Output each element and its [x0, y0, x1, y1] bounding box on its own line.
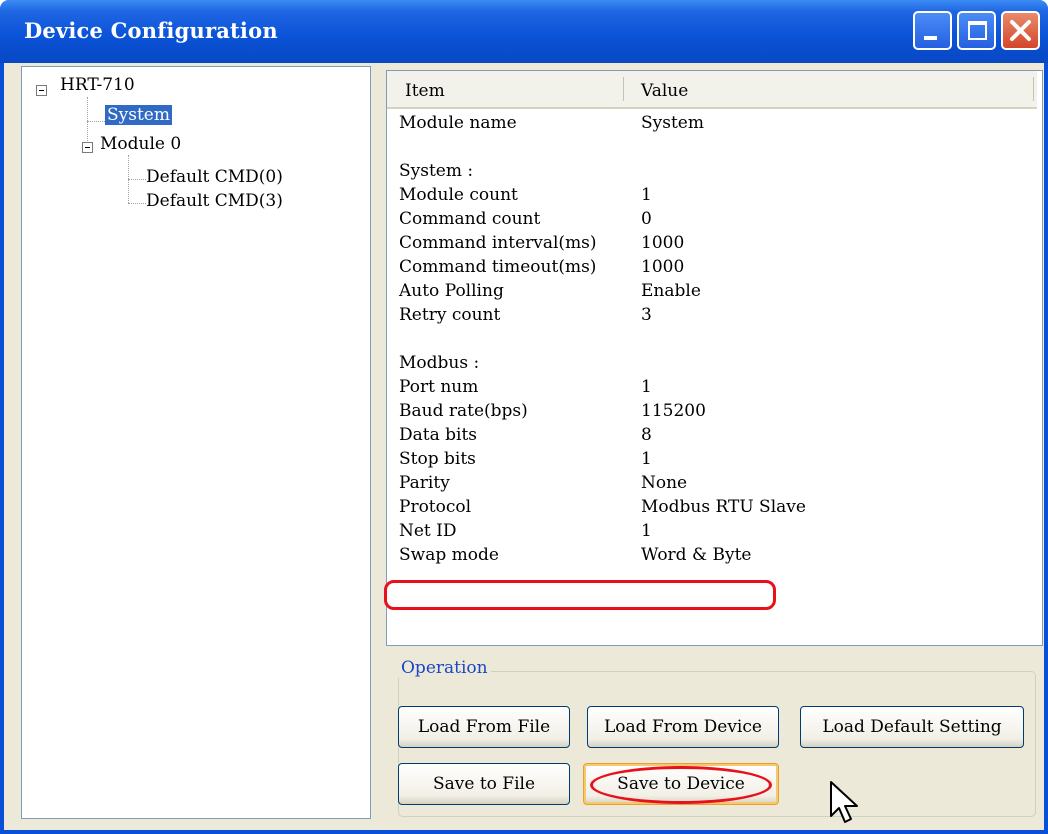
column-header-item[interactable]: Item — [405, 81, 445, 101]
row-item: Parity — [399, 473, 450, 493]
collapse-icon[interactable] — [36, 85, 47, 96]
window-title: Device Configuration — [24, 18, 278, 43]
row-item: Module name — [399, 113, 517, 133]
device-tree[interactable]: HRT-710 System Module 0 Default CMD(0) D… — [21, 66, 371, 819]
save-to-device-button[interactable]: Save to Device — [583, 763, 779, 805]
tree-line — [87, 97, 88, 121]
list-row[interactable] — [387, 135, 1027, 159]
list-row[interactable]: Auto Polling Enable — [387, 279, 1027, 303]
list-row[interactable]: Swap mode Word & Byte — [387, 543, 1027, 567]
list-row[interactable]: Net ID 1 — [387, 519, 1027, 543]
row-item: Data bits — [399, 425, 478, 445]
row-value: Word & Byte — [641, 545, 752, 565]
row-value: 3 — [641, 305, 652, 325]
row-value: 0 — [641, 209, 652, 229]
list-row[interactable]: Parity None — [387, 471, 1027, 495]
mouse-pointer-icon — [830, 781, 858, 823]
row-item: Stop bits — [399, 449, 476, 469]
row-value: 1000 — [641, 257, 685, 277]
list-header: Item Value — [387, 71, 1037, 109]
close-icon — [1010, 20, 1031, 41]
column-divider[interactable] — [623, 77, 624, 101]
list-row[interactable]: Module count 1 — [387, 183, 1027, 207]
row-value: Enable — [641, 281, 701, 301]
list-row[interactable]: System : — [387, 159, 1027, 183]
load-from-device-button[interactable]: Load From Device — [587, 706, 779, 748]
minimize-button[interactable] — [913, 11, 952, 50]
row-item: Command interval(ms) — [399, 233, 597, 253]
list-row[interactable]: Retry count 3 — [387, 303, 1027, 327]
operation-group-label: Operation — [398, 658, 491, 678]
row-item: Baud rate(bps) — [399, 401, 528, 421]
list-row[interactable]: Module name System — [387, 111, 1027, 135]
row-item: Modbus : — [399, 353, 480, 373]
row-value: 1000 — [641, 233, 685, 253]
row-item: Command timeout(ms) — [399, 257, 597, 277]
list-row[interactable] — [387, 327, 1027, 351]
list-row[interactable]: Data bits 8 — [387, 423, 1027, 447]
row-item: Retry count — [399, 305, 501, 325]
tree-node-system[interactable]: System — [105, 105, 172, 125]
list-row[interactable]: Command count 0 — [387, 207, 1027, 231]
list-row[interactable]: Stop bits 1 — [387, 447, 1027, 471]
row-item: Swap mode — [399, 545, 499, 565]
tree-node-default-cmd-0[interactable]: Default CMD(0) — [146, 167, 283, 187]
load-from-file-button[interactable]: Load From File — [398, 706, 570, 748]
save-to-file-button[interactable]: Save to File — [398, 763, 570, 805]
row-item: Net ID — [399, 521, 457, 541]
title-bar[interactable]: Device Configuration — [0, 0, 1048, 63]
list-row[interactable]: Command interval(ms) 1000 — [387, 231, 1027, 255]
row-value: Modbus RTU Slave — [641, 497, 806, 517]
row-value: 1 — [641, 185, 652, 205]
list-row[interactable]: Modbus : — [387, 351, 1027, 375]
close-button[interactable] — [1001, 11, 1040, 50]
row-item: Protocol — [399, 497, 472, 517]
list-row[interactable]: Baud rate(bps) 115200 — [387, 399, 1027, 423]
row-value: 115200 — [641, 401, 706, 421]
row-item: Port num — [399, 377, 479, 397]
row-value: None — [641, 473, 688, 493]
list-row[interactable]: Protocol Modbus RTU Slave — [387, 495, 1027, 519]
list-row[interactable]: Command timeout(ms) 1000 — [387, 255, 1027, 279]
row-value: 1 — [641, 521, 652, 541]
tree-node-root[interactable]: HRT-710 — [60, 75, 135, 95]
tree-node-default-cmd-3[interactable]: Default CMD(3) — [146, 191, 283, 211]
load-default-setting-button[interactable]: Load Default Setting — [800, 706, 1024, 748]
properties-list[interactable]: Item Value Module name System System : Modu… — [386, 70, 1043, 646]
list-row[interactable]: Port num 1 — [387, 375, 1027, 399]
row-item: Module count — [399, 185, 518, 205]
minimize-icon — [924, 36, 937, 40]
row-value: 1 — [641, 449, 652, 469]
column-header-value[interactable]: Value — [641, 81, 688, 101]
maximize-icon — [968, 21, 987, 40]
row-value: System — [641, 113, 704, 133]
tree-line — [128, 203, 146, 204]
tree-node-module[interactable]: Module 0 — [100, 134, 181, 154]
device-configuration-window: Device Configuration HRT-710 System Modu… — [0, 0, 1048, 834]
row-value: 8 — [641, 425, 652, 445]
maximize-button[interactable] — [957, 11, 996, 50]
collapse-icon[interactable] — [82, 142, 93, 153]
column-divider[interactable] — [1033, 77, 1034, 101]
row-item: Auto Polling — [399, 281, 504, 301]
tree-line — [128, 179, 146, 180]
row-item: Command count — [399, 209, 541, 229]
row-value: 1 — [641, 377, 652, 397]
row-item: System : — [399, 161, 474, 181]
tree-line — [87, 121, 105, 122]
